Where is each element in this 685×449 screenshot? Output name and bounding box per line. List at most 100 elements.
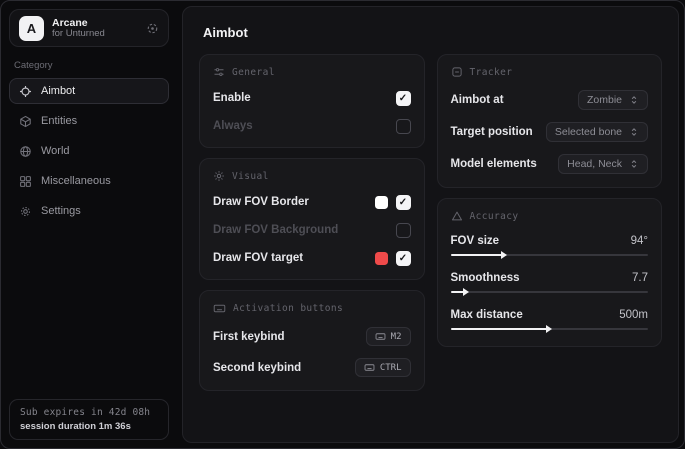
setting-row-target-position: Target position Selected bone <box>451 122 649 142</box>
visual-header: Visual <box>213 170 411 182</box>
section-label: Accuracy <box>470 211 519 222</box>
max-distance-slider[interactable] <box>451 325 649 333</box>
window: A Arcane for Unturned Category Aimbot <box>0 0 685 449</box>
max-distance-value: 500m <box>619 309 648 321</box>
subscription-status: Sub expires in 42d 08h session duration … <box>9 399 169 440</box>
setting-row-always: Always ✓ <box>213 118 411 134</box>
app-logo: A <box>19 16 44 41</box>
right-column: Tracker Aimbot at Zombie Target position <box>437 54 663 391</box>
category-label: Category <box>14 60 169 71</box>
aimbot-at-select[interactable]: Zombie <box>578 90 648 110</box>
sidebar-item-world[interactable]: World <box>9 138 169 164</box>
smoothness-slider[interactable] <box>451 288 649 296</box>
sidebar-item-miscellaneous[interactable]: Miscellaneous <box>9 168 169 194</box>
tracker-card: Tracker Aimbot at Zombie Target position <box>437 54 663 188</box>
sidebar-item-settings[interactable]: Settings <box>9 198 169 224</box>
setting-row-enable: Enable ✓ <box>213 90 411 106</box>
setting-label: Target position <box>451 126 533 138</box>
setting-row-smoothness: Smoothness 7.7 <box>451 272 649 296</box>
select-value: Selected bone <box>555 126 622 138</box>
fov-target-color-swatch[interactable] <box>375 252 388 265</box>
slider-track <box>451 291 649 293</box>
visual-icon <box>213 170 225 182</box>
setting-label: FOV size <box>451 235 500 247</box>
grid-icon <box>19 175 32 188</box>
sidebar-item-entities[interactable]: Entities <box>9 108 169 134</box>
always-checkbox[interactable]: ✓ <box>396 119 411 134</box>
sliders-icon <box>213 66 225 78</box>
sidebar-item-label: Settings <box>41 205 81 217</box>
second-keybind-button[interactable]: CTRL <box>355 358 411 377</box>
keyboard-icon <box>375 331 386 342</box>
slider-fill <box>451 328 548 330</box>
app-name: Arcane <box>52 17 138 29</box>
keybind-value: CTRL <box>380 363 402 373</box>
setting-label: Draw FOV Border <box>213 196 309 208</box>
slider-fill <box>451 291 465 293</box>
sidebar-item-label: World <box>41 145 70 157</box>
setting-row-fov-size: FOV size 94° <box>451 235 649 259</box>
setting-label: Draw FOV target <box>213 252 303 264</box>
sidebar-item-label: Entities <box>41 115 77 127</box>
session-duration-text: session duration 1m 36s <box>20 421 158 432</box>
smoothness-value: 7.7 <box>632 272 648 284</box>
fov-size-slider[interactable] <box>451 251 649 259</box>
app-title-block: Arcane for Unturned <box>52 17 138 40</box>
keyboard-icon <box>213 302 226 315</box>
general-card: General Enable ✓ Always ✓ <box>199 54 425 148</box>
globe-icon <box>19 145 32 158</box>
logo-card: A Arcane for Unturned <box>9 9 169 47</box>
sidebar: A Arcane for Unturned Category Aimbot <box>1 1 177 448</box>
sub-expires-text: Sub expires in 42d 08h <box>20 407 158 418</box>
accuracy-card: Accuracy FOV size 94° <box>437 198 663 347</box>
fov-size-value: 94° <box>631 235 648 247</box>
setting-label: Enable <box>213 92 251 104</box>
sidebar-nav: Aimbot Entities World <box>9 78 169 224</box>
sync-icon[interactable] <box>146 22 159 35</box>
select-value: Head, Neck <box>567 158 622 170</box>
chevrons-up-down-icon <box>629 159 639 169</box>
setting-label: Second keybind <box>213 362 301 374</box>
setting-row-first-keybind: First keybind M2 <box>213 327 411 346</box>
fov-border-color-swatch[interactable] <box>375 196 388 209</box>
triangle-icon <box>451 210 463 222</box>
model-elements-select[interactable]: Head, Neck <box>558 154 648 174</box>
fov-background-checkbox[interactable]: ✓ <box>396 223 411 238</box>
setting-label: Max distance <box>451 309 523 321</box>
activation-header: Activation buttons <box>213 302 411 315</box>
visual-card: Visual Draw FOV Border ✓ Draw FOV Backgr… <box>199 158 425 280</box>
sidebar-item-aimbot[interactable]: Aimbot <box>9 78 169 104</box>
fov-border-checkbox[interactable]: ✓ <box>396 195 411 210</box>
setting-label: Smoothness <box>451 272 520 284</box>
setting-label: Model elements <box>451 158 537 170</box>
enable-checkbox[interactable]: ✓ <box>396 91 411 106</box>
setting-label: Draw FOV Background <box>213 224 338 236</box>
setting-label: Aimbot at <box>451 94 504 106</box>
slider-thumb[interactable] <box>463 288 469 296</box>
chevrons-up-down-icon <box>629 127 639 137</box>
keybind-value: M2 <box>391 332 402 342</box>
crosshair-icon <box>19 85 32 98</box>
slider-fill <box>451 254 502 256</box>
setting-row-aimbot-at: Aimbot at Zombie <box>451 90 649 110</box>
target-position-select[interactable]: Selected bone <box>546 122 648 142</box>
tracker-header: Tracker <box>451 66 649 78</box>
fov-target-checkbox[interactable]: ✓ <box>396 251 411 266</box>
keyboard-icon <box>364 362 375 373</box>
setting-label: First keybind <box>213 331 285 343</box>
setting-row-fov-background: Draw FOV Background ✓ <box>213 222 411 238</box>
setting-row-second-keybind: Second keybind CTRL <box>213 358 411 377</box>
sidebar-item-label: Aimbot <box>41 85 75 97</box>
scan-icon <box>451 66 463 78</box>
slider-thumb[interactable] <box>501 251 507 259</box>
general-header: General <box>213 66 411 78</box>
first-keybind-button[interactable]: M2 <box>366 327 411 346</box>
setting-row-max-distance: Max distance 500m <box>451 309 649 333</box>
setting-row-model-elements: Model elements Head, Neck <box>451 154 649 174</box>
activation-card: Activation buttons First keybind M2 Seco… <box>199 290 425 391</box>
accuracy-header: Accuracy <box>451 210 649 222</box>
slider-thumb[interactable] <box>546 325 552 333</box>
setting-row-fov-target: Draw FOV target ✓ <box>213 250 411 266</box>
section-label: Tracker <box>470 67 513 78</box>
select-value: Zombie <box>587 94 622 106</box>
